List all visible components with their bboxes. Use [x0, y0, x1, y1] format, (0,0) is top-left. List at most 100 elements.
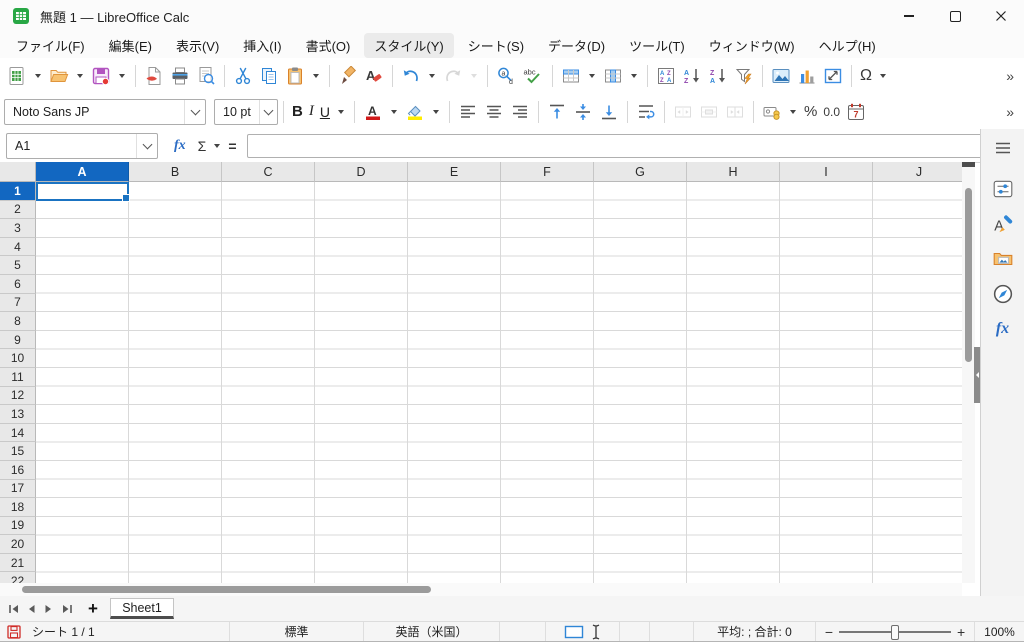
- row-header-15[interactable]: 15: [0, 442, 36, 461]
- paste-button[interactable]: [282, 62, 308, 90]
- unsaved-changes-icon[interactable]: [6, 624, 22, 640]
- zoom-slider-thumb[interactable]: [891, 625, 899, 640]
- menu-item-9[interactable]: ウィンドウ(W): [699, 33, 805, 58]
- merge-center-button[interactable]: [670, 98, 696, 126]
- function-wizard-button[interactable]: fx: [168, 138, 192, 154]
- print-preview-button[interactable]: [193, 62, 219, 90]
- align-center-button[interactable]: [481, 98, 507, 126]
- row-header-3[interactable]: 3: [0, 219, 36, 238]
- insert-object-button[interactable]: [820, 62, 846, 90]
- unmerge-cells-button[interactable]: [722, 98, 748, 126]
- sidebar-tab-properties[interactable]: [987, 174, 1019, 204]
- row-header-14[interactable]: 14: [0, 424, 36, 443]
- insert-image-button[interactable]: [768, 62, 794, 90]
- minimize-button[interactable]: [886, 0, 932, 32]
- insert-column-button[interactable]: [600, 62, 626, 90]
- save-button[interactable]: [88, 62, 114, 90]
- sheet-tab-sheet1[interactable]: Sheet1: [110, 598, 174, 619]
- column-header-g[interactable]: G: [594, 162, 687, 182]
- row-header-9[interactable]: 9: [0, 331, 36, 350]
- font-color-dropdown[interactable]: [386, 98, 402, 126]
- print-button[interactable]: [167, 62, 193, 90]
- sum-dropdown[interactable]: [214, 144, 220, 148]
- column-header-f[interactable]: F: [501, 162, 594, 182]
- insert-row-button[interactable]: [558, 62, 584, 90]
- selected-cell-a1[interactable]: [36, 182, 129, 201]
- sidebar-tab-styles[interactable]: A: [987, 209, 1019, 239]
- row-header-16[interactable]: 16: [0, 461, 36, 480]
- menu-item-2[interactable]: 表示(V): [166, 33, 229, 58]
- menu-item-10[interactable]: ヘルプ(H): [809, 33, 886, 58]
- highlight-color-dropdown[interactable]: [428, 98, 444, 126]
- new-document-dropdown[interactable]: [30, 62, 46, 90]
- align-bottom-button[interactable]: [596, 98, 622, 126]
- horizontal-scrollbar[interactable]: [0, 583, 962, 596]
- maximize-button[interactable]: [932, 0, 978, 32]
- row-header-4[interactable]: 4: [0, 238, 36, 257]
- undo-dropdown[interactable]: [424, 62, 440, 90]
- format-number-button[interactable]: 0.0: [820, 98, 843, 126]
- spelling-button[interactable]: abc: [519, 62, 547, 90]
- underline-button[interactable]: U: [317, 98, 333, 126]
- page-style-segment[interactable]: 標準: [230, 622, 364, 641]
- column-header-i[interactable]: I: [780, 162, 873, 182]
- row-header-20[interactable]: 20: [0, 535, 36, 554]
- vertical-scrollbar-thumb[interactable]: [965, 188, 972, 362]
- menu-item-4[interactable]: 書式(O): [296, 33, 361, 58]
- selection-mode-segment[interactable]: [546, 622, 620, 641]
- column-header-h[interactable]: H: [687, 162, 780, 182]
- font-color-button[interactable]: A: [360, 98, 386, 126]
- toolbar-overflow-button[interactable]: »: [1000, 68, 1020, 84]
- font-size-combobox[interactable]: 10 pt: [214, 99, 278, 125]
- wrap-text-button[interactable]: [633, 98, 659, 126]
- insert-column-dropdown[interactable]: [626, 62, 642, 90]
- menu-item-6[interactable]: シート(S): [458, 33, 534, 58]
- row-header-6[interactable]: 6: [0, 275, 36, 294]
- row-header-17[interactable]: 17: [0, 480, 36, 499]
- selection-stats-segment[interactable]: 平均: ; 合計: 0: [694, 622, 816, 641]
- redo-dropdown[interactable]: [466, 62, 482, 90]
- menu-item-0[interactable]: ファイル(F): [6, 33, 95, 58]
- row-header-10[interactable]: 10: [0, 349, 36, 368]
- row-header-2[interactable]: 2: [0, 201, 36, 220]
- previous-sheet-button[interactable]: [22, 599, 40, 619]
- menu-item-3[interactable]: 挿入(I): [233, 33, 291, 58]
- align-left-button[interactable]: [455, 98, 481, 126]
- vertical-split-handle[interactable]: [962, 162, 975, 167]
- menu-item-7[interactable]: データ(D): [538, 33, 615, 58]
- column-header-d[interactable]: D: [315, 162, 408, 182]
- row-header-12[interactable]: 12: [0, 387, 36, 406]
- sum-button[interactable]: Σ: [192, 138, 213, 154]
- row-header-13[interactable]: 13: [0, 405, 36, 424]
- column-header-j[interactable]: J: [873, 162, 962, 182]
- redo-button[interactable]: [440, 62, 466, 90]
- language-segment[interactable]: 英語（米国）: [364, 622, 500, 641]
- menu-item-8[interactable]: ツール(T): [619, 33, 695, 58]
- sidebar-settings-button[interactable]: [987, 133, 1019, 163]
- align-top-button[interactable]: [544, 98, 570, 126]
- copy-button[interactable]: [256, 62, 282, 90]
- export-pdf-button[interactable]: [141, 62, 167, 90]
- clear-formatting-button[interactable]: A: [361, 62, 387, 90]
- font-size-dropdown[interactable]: [259, 100, 277, 124]
- sort-button[interactable]: AZZA: [653, 62, 679, 90]
- name-box[interactable]: A1: [6, 133, 158, 159]
- cut-button[interactable]: [230, 62, 256, 90]
- toolbar-overflow-button[interactable]: »: [1000, 104, 1020, 120]
- center-vertically-button[interactable]: [570, 98, 596, 126]
- font-name-combobox[interactable]: Noto Sans JP: [4, 99, 206, 125]
- format-currency-button[interactable]: [759, 98, 785, 126]
- row-header-21[interactable]: 21: [0, 554, 36, 573]
- zoom-in-button[interactable]: +: [957, 625, 965, 639]
- sidebar-tab-functions[interactable]: fx: [987, 314, 1019, 344]
- undo-button[interactable]: [398, 62, 424, 90]
- sort-ascending-button[interactable]: AZ: [679, 62, 705, 90]
- row-header-1[interactable]: 1: [0, 182, 36, 201]
- formula-button[interactable]: =: [222, 138, 242, 154]
- last-sheet-button[interactable]: [58, 599, 76, 619]
- find-replace-button[interactable]: ad: [493, 62, 519, 90]
- add-sheet-button[interactable]: +: [82, 599, 104, 619]
- special-character-button[interactable]: Ω: [857, 62, 875, 90]
- next-sheet-button[interactable]: [40, 599, 58, 619]
- zoom-level-segment[interactable]: 100%: [975, 622, 1024, 641]
